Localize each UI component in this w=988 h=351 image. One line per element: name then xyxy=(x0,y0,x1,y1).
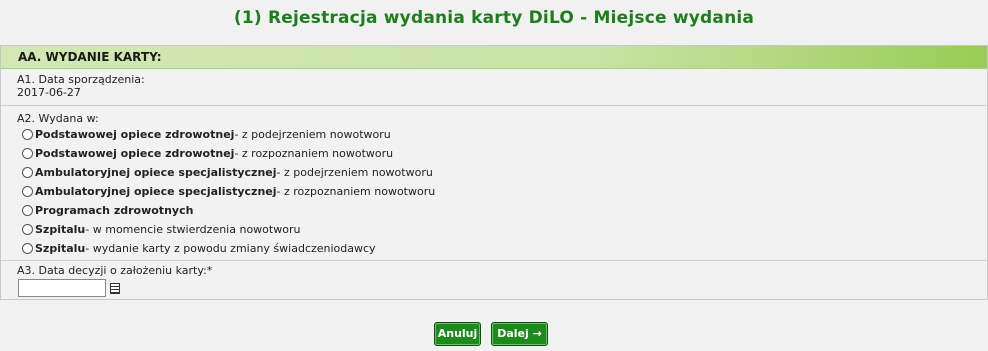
option-desc: - wydanie karty z powodu zmiany świadcze… xyxy=(85,242,376,255)
radio-button[interactable] xyxy=(22,148,33,159)
option-row[interactable]: Podstawowej opiece zdrowotnej - z rozpoz… xyxy=(17,144,987,163)
option-bold: Programach zdrowotnych xyxy=(35,204,194,217)
option-desc: - z rozpoznaniem nowotworu xyxy=(276,185,436,198)
a3-section: A3. Data decyzji o założeniu karty:* xyxy=(1,261,987,300)
page-title: (1) Rejestracja wydania karty DiLO - Mie… xyxy=(233,8,755,28)
a2-label: A2. Wydana w: xyxy=(17,112,99,125)
radio-button[interactable] xyxy=(22,167,33,178)
option-bold: Podstawowej opiece zdrowotnej xyxy=(35,147,235,160)
a3-date-row xyxy=(17,279,987,297)
radio-button[interactable] xyxy=(22,205,33,216)
a3-label: A3. Data decyzji o założeniu karty:* xyxy=(17,264,213,277)
a1-section: A1. Data sporządzenia: 2017-06-27 xyxy=(1,69,987,106)
option-row[interactable]: Programach zdrowotnych xyxy=(17,201,987,220)
option-row[interactable]: Szpitalu - w momencie stwierdzenia nowot… xyxy=(17,220,987,239)
option-bold: Szpitalu xyxy=(35,223,86,236)
decision-date-input[interactable] xyxy=(18,279,106,297)
option-bold: Szpitalu xyxy=(35,242,86,255)
cancel-button[interactable]: Anuluj xyxy=(434,322,481,346)
calendar-icon[interactable] xyxy=(110,282,120,294)
option-desc: - z podejrzeniem nowotworu xyxy=(276,166,433,179)
option-desc: - w momencie stwierdzenia nowotworu xyxy=(85,223,301,236)
option-desc: - z podejrzeniem nowotworu xyxy=(234,128,391,141)
section-header: AA. WYDANIE KARTY: xyxy=(1,46,987,69)
radio-button[interactable] xyxy=(22,129,33,140)
radio-button[interactable] xyxy=(22,224,33,235)
option-row[interactable]: Szpitalu - wydanie karty z powodu zmiany… xyxy=(17,239,987,258)
a1-label: A1. Data sporządzenia: xyxy=(17,73,145,86)
a1-value: 2017-06-27 xyxy=(17,86,81,99)
option-row[interactable]: Ambulatoryjnej opiece specjalistycznej -… xyxy=(17,163,987,182)
option-bold: Ambulatoryjnej opiece specjalistycznej xyxy=(35,185,277,198)
radio-button[interactable] xyxy=(22,186,33,197)
option-row[interactable]: Podstawowej opiece zdrowotnej - z podejr… xyxy=(17,125,987,144)
option-bold: Podstawowej opiece zdrowotnej xyxy=(35,128,235,141)
a2-section: A2. Wydana w: Podstawowej opiece zdrowot… xyxy=(1,106,987,261)
option-desc: - z rozpoznaniem nowotworu xyxy=(234,147,394,160)
radio-button[interactable] xyxy=(22,243,33,254)
card-issue-panel: AA. WYDANIE KARTY: A1. Data sporządzenia… xyxy=(0,45,988,300)
option-row[interactable]: Ambulatoryjnej opiece specjalistycznej -… xyxy=(17,182,987,201)
option-bold: Ambulatoryjnej opiece specjalistycznej xyxy=(35,166,277,179)
next-button[interactable]: Dalej → xyxy=(491,322,548,346)
